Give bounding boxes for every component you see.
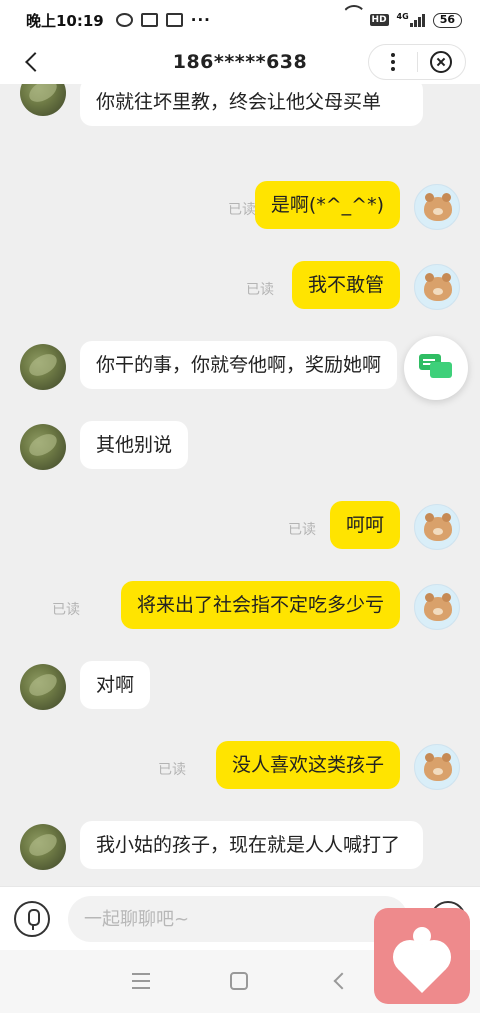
read-receipt: 已读 xyxy=(246,282,274,298)
home-icon[interactable] xyxy=(230,972,248,990)
status-time: 晚上10:19 xyxy=(26,11,104,30)
battery-icon: 56 xyxy=(432,12,462,28)
microphone-icon[interactable] xyxy=(14,901,50,937)
read-receipt: 已读 xyxy=(228,202,256,218)
heart-app-icon[interactable] xyxy=(374,908,470,1004)
status-bar: 晚上10:19 ··· HD 4G 56 xyxy=(0,0,480,40)
chevron-left-icon xyxy=(25,52,45,72)
contact-avatar[interactable] xyxy=(20,664,66,710)
user-avatar[interactable] xyxy=(414,504,460,550)
alarm-off-icon xyxy=(115,13,133,27)
message-bubble[interactable]: 你干的事，你就夸他啊，奖励她啊 xyxy=(80,341,398,389)
notification-icons: ··· xyxy=(115,11,211,29)
chat-header: 186*****638 xyxy=(0,40,480,84)
wifi-icon xyxy=(342,13,362,27)
back-triangle-icon[interactable] xyxy=(333,972,351,990)
message-bubble[interactable]: 将来出了社会指不定吃多少亏 xyxy=(120,581,400,629)
contact-avatar[interactable] xyxy=(20,344,66,390)
message-icon xyxy=(140,13,158,27)
user-avatar[interactable] xyxy=(414,264,460,310)
message-bubble[interactable]: 你就往坏里教，终会让他父母买单 xyxy=(80,84,423,126)
read-receipt: 已读 xyxy=(288,522,316,538)
close-button[interactable] xyxy=(417,45,465,79)
message-input[interactable] xyxy=(68,896,408,942)
close-icon xyxy=(430,51,453,73)
read-receipt: 已读 xyxy=(52,602,80,618)
mini-program-capsule xyxy=(368,44,466,80)
chat-icon-back xyxy=(430,362,452,378)
user-avatar[interactable] xyxy=(414,584,460,630)
contact-avatar[interactable] xyxy=(20,824,66,870)
status-right: HD 4G 56 xyxy=(342,12,462,28)
contact-avatar[interactable] xyxy=(20,84,66,116)
network-type: 4G xyxy=(396,12,409,21)
contact-avatar[interactable] xyxy=(20,424,66,470)
signal-icon: 4G xyxy=(397,13,425,27)
menu-icon[interactable] xyxy=(132,973,150,989)
message-bubble[interactable]: 呵呵 xyxy=(329,501,400,549)
heart-shape xyxy=(397,944,447,994)
back-button[interactable] xyxy=(0,40,64,84)
message-bubble[interactable]: 是啊(*^_^*) xyxy=(254,181,400,229)
message-bubble[interactable]: 我小姑的孩子，现在就是人人喊打了 xyxy=(80,821,423,869)
message-bubble[interactable]: 其他别说 xyxy=(80,421,189,469)
message-bubble[interactable]: 我不敢管 xyxy=(291,261,400,309)
more-notifications-icon: ··· xyxy=(190,11,211,29)
message-list[interactable]: 你就往坏里教，终会让他父母买单 已读 是啊(*^_^*) 已读 我不敢管 你干的… xyxy=(0,84,480,886)
message-icon-2 xyxy=(165,13,183,27)
more-button[interactable] xyxy=(369,45,417,79)
floating-chat-button[interactable] xyxy=(404,336,468,400)
hd-badge: HD xyxy=(369,14,389,26)
message-bubble[interactable]: 对啊 xyxy=(80,661,151,709)
user-avatar[interactable] xyxy=(414,744,460,790)
user-avatar[interactable] xyxy=(414,184,460,230)
message-bubble[interactable]: 没人喜欢这类孩子 xyxy=(215,741,400,789)
read-receipt: 已读 xyxy=(158,762,186,778)
